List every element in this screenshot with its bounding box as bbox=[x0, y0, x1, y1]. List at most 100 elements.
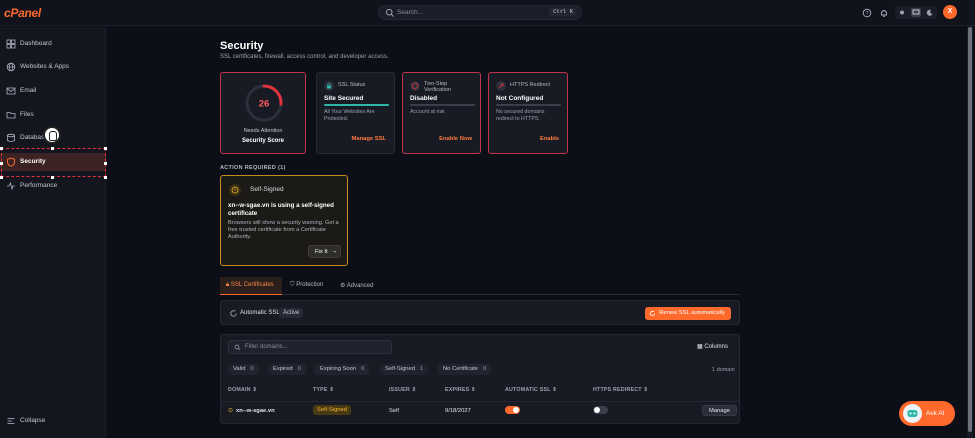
https-redirect-card: HTTPS Redirect Not Configured No secured… bbox=[488, 72, 568, 154]
filter-domains-input[interactable]: Filter domains... bbox=[228, 340, 392, 354]
tab-label: Protection bbox=[296, 282, 324, 288]
selection-outline bbox=[1, 148, 106, 177]
security-score-card: 26 Needs Attention Security Score bbox=[220, 72, 306, 154]
table-row: ⊙ xn--w-sgae.vn Self-Signed Self 9/18/20… bbox=[221, 401, 739, 419]
sidebar-item-email[interactable]: Email bbox=[0, 82, 106, 100]
columns-button[interactable]: ▦ Columns bbox=[697, 343, 728, 350]
action-required-label: ACTION REQUIRED (1) bbox=[220, 165, 286, 171]
col-header-https-redirect[interactable]: HTTPS REDIRECT ⇕ bbox=[593, 387, 648, 393]
sidebar-item-label: Files bbox=[20, 111, 34, 118]
col-header-expires[interactable]: EXPIRES ⇕ bbox=[445, 387, 476, 393]
action-required-card: Self-Signed xn--w-sgae.vn is using a sel… bbox=[220, 175, 348, 266]
scrollbar-thumb[interactable] bbox=[968, 27, 972, 432]
selection-handle bbox=[104, 147, 107, 150]
filter-chip-expiring-soon[interactable]: Expiring Soon 0 bbox=[315, 364, 370, 375]
filter-chip-self-signed[interactable]: Self-Signed 1 bbox=[380, 364, 429, 375]
chip-count: 0 bbox=[250, 366, 254, 372]
card-description: Account at risk bbox=[410, 109, 445, 115]
manage-button[interactable]: Manage bbox=[702, 405, 737, 416]
col-header-domain[interactable]: DOMAIN ⇕ bbox=[228, 387, 257, 393]
selection-handle bbox=[51, 176, 54, 179]
status-bar bbox=[324, 104, 389, 106]
top-bar: cPanel Search... Ctrl K ? X bbox=[0, 0, 975, 26]
sidebar-collapse-button[interactable]: Collapse bbox=[0, 412, 106, 430]
renew-ssl-button[interactable]: Renew SSL automatically bbox=[645, 307, 731, 320]
sidebar-item-dashboard[interactable]: Dashboard bbox=[0, 35, 106, 53]
chip-count: 0 bbox=[361, 366, 365, 372]
automatic-ssl-panel: Automatic SSL Active Renew SSL automatic… bbox=[220, 300, 740, 325]
chip-count: 0 bbox=[297, 366, 301, 372]
filter-chip-valid[interactable]: Valid 0 bbox=[228, 364, 259, 375]
bell-icon[interactable] bbox=[879, 8, 889, 18]
warning-icon: ⊙ bbox=[228, 408, 233, 414]
mouse-cursor-icon bbox=[43, 126, 61, 144]
filter-chip-expired[interactable]: Expired 0 bbox=[268, 364, 306, 375]
cpanel-logo[interactable]: cPanel bbox=[4, 6, 41, 20]
global-search[interactable]: Search... Ctrl K bbox=[378, 5, 582, 20]
auto-ssl-label: Automatic SSL bbox=[240, 310, 280, 316]
ask-ai-button[interactable]: Ask AI bbox=[899, 401, 955, 426]
selection-handle bbox=[104, 176, 107, 179]
row-domain[interactable]: xn--w-sgae.vn bbox=[236, 408, 275, 414]
fix-it-button[interactable]: Fix It → bbox=[308, 245, 341, 258]
enable-https-link[interactable]: Enable bbox=[540, 136, 559, 142]
action-badge: Self-Signed bbox=[250, 186, 284, 193]
selection-handle bbox=[104, 162, 107, 165]
sidebar-item-files[interactable]: Files bbox=[0, 106, 106, 124]
chip-label: Self-Signed bbox=[385, 366, 415, 372]
fix-it-label: Fix It bbox=[315, 249, 328, 255]
page-scrollbar[interactable] bbox=[967, 27, 973, 438]
chip-label: Expired bbox=[273, 366, 293, 372]
card-title: HTTPS Redirect bbox=[510, 82, 551, 88]
enable-2fa-link[interactable]: Enable Now bbox=[439, 136, 472, 142]
selection-handle bbox=[0, 162, 3, 165]
theme-dark-icon[interactable] bbox=[925, 8, 935, 17]
score-gauge: 26 bbox=[245, 84, 283, 122]
card-title: Two-Step Verification bbox=[424, 81, 451, 93]
globe-icon bbox=[6, 62, 16, 72]
ssl-status-card: SSL Status Site Secured All Your Website… bbox=[316, 72, 395, 154]
selection-handle bbox=[0, 176, 3, 179]
sidebar: Dashboard Websites & Apps Email Files Da… bbox=[0, 27, 106, 438]
selection-handle bbox=[51, 147, 54, 150]
columns-label: Columns bbox=[704, 344, 729, 350]
chip-label: No Certificate bbox=[443, 366, 479, 372]
theme-light-icon[interactable] bbox=[897, 8, 907, 17]
manage-ssl-link[interactable]: Manage SSL bbox=[352, 136, 386, 142]
auto-ssl-toggle[interactable] bbox=[505, 406, 520, 414]
tab-advanced[interactable]: ⚙ Advanced bbox=[334, 277, 382, 295]
ai-bot-icon bbox=[903, 404, 922, 423]
dashboard-icon bbox=[6, 39, 16, 49]
database-icon bbox=[7, 133, 15, 142]
sidebar-item-performance[interactable]: Performance bbox=[0, 177, 106, 195]
row-type-badge: Self-Signed bbox=[313, 405, 351, 415]
lock-icon: 🔒︎ bbox=[226, 282, 230, 288]
col-header-issuer[interactable]: ISSUER ⇕ bbox=[389, 387, 416, 393]
https-redirect-toggle[interactable] bbox=[593, 406, 608, 414]
search-icon bbox=[234, 344, 241, 351]
tab-ssl-certificates[interactable]: 🔒︎ SSL Certificates bbox=[220, 277, 282, 295]
score-label: Security Score bbox=[241, 138, 285, 144]
two-step-card: Two-Step Verification Disabled Account a… bbox=[402, 72, 481, 154]
theme-system-icon[interactable] bbox=[911, 8, 921, 17]
action-title: xn--w-sgae.vn is using a self-signed cer… bbox=[228, 202, 334, 217]
col-header-automatic-ssl[interactable]: AUTOMATIC SSL ⇕ bbox=[505, 387, 557, 393]
search-placeholder: Search... bbox=[397, 9, 424, 16]
shield-icon: ⛉ bbox=[290, 282, 295, 288]
page-title: Security bbox=[220, 40, 264, 52]
card-description: No secured domains redirect to HTTPS. bbox=[496, 109, 545, 122]
user-avatar[interactable]: X bbox=[943, 5, 957, 19]
help-icon[interactable]: ? bbox=[862, 8, 872, 18]
sidebar-item-label: Websites & Apps bbox=[20, 63, 70, 70]
redirect-icon bbox=[496, 81, 506, 91]
sidebar-item-websites[interactable]: Websites & Apps bbox=[0, 58, 106, 76]
theme-switcher[interactable] bbox=[895, 6, 937, 19]
card-value: Site Secured bbox=[324, 95, 364, 102]
sidebar-item-label: Dashboard bbox=[20, 40, 52, 47]
mail-icon bbox=[6, 87, 16, 95]
col-header-type[interactable]: TYPE ⇕ bbox=[313, 387, 334, 393]
tab-protection[interactable]: ⛉ Protection bbox=[284, 277, 334, 295]
filter-chip-no-certificate[interactable]: No Certificate 0 bbox=[438, 364, 492, 375]
score-status: Needs Attention bbox=[243, 128, 283, 134]
card-value: Disabled bbox=[410, 95, 438, 102]
